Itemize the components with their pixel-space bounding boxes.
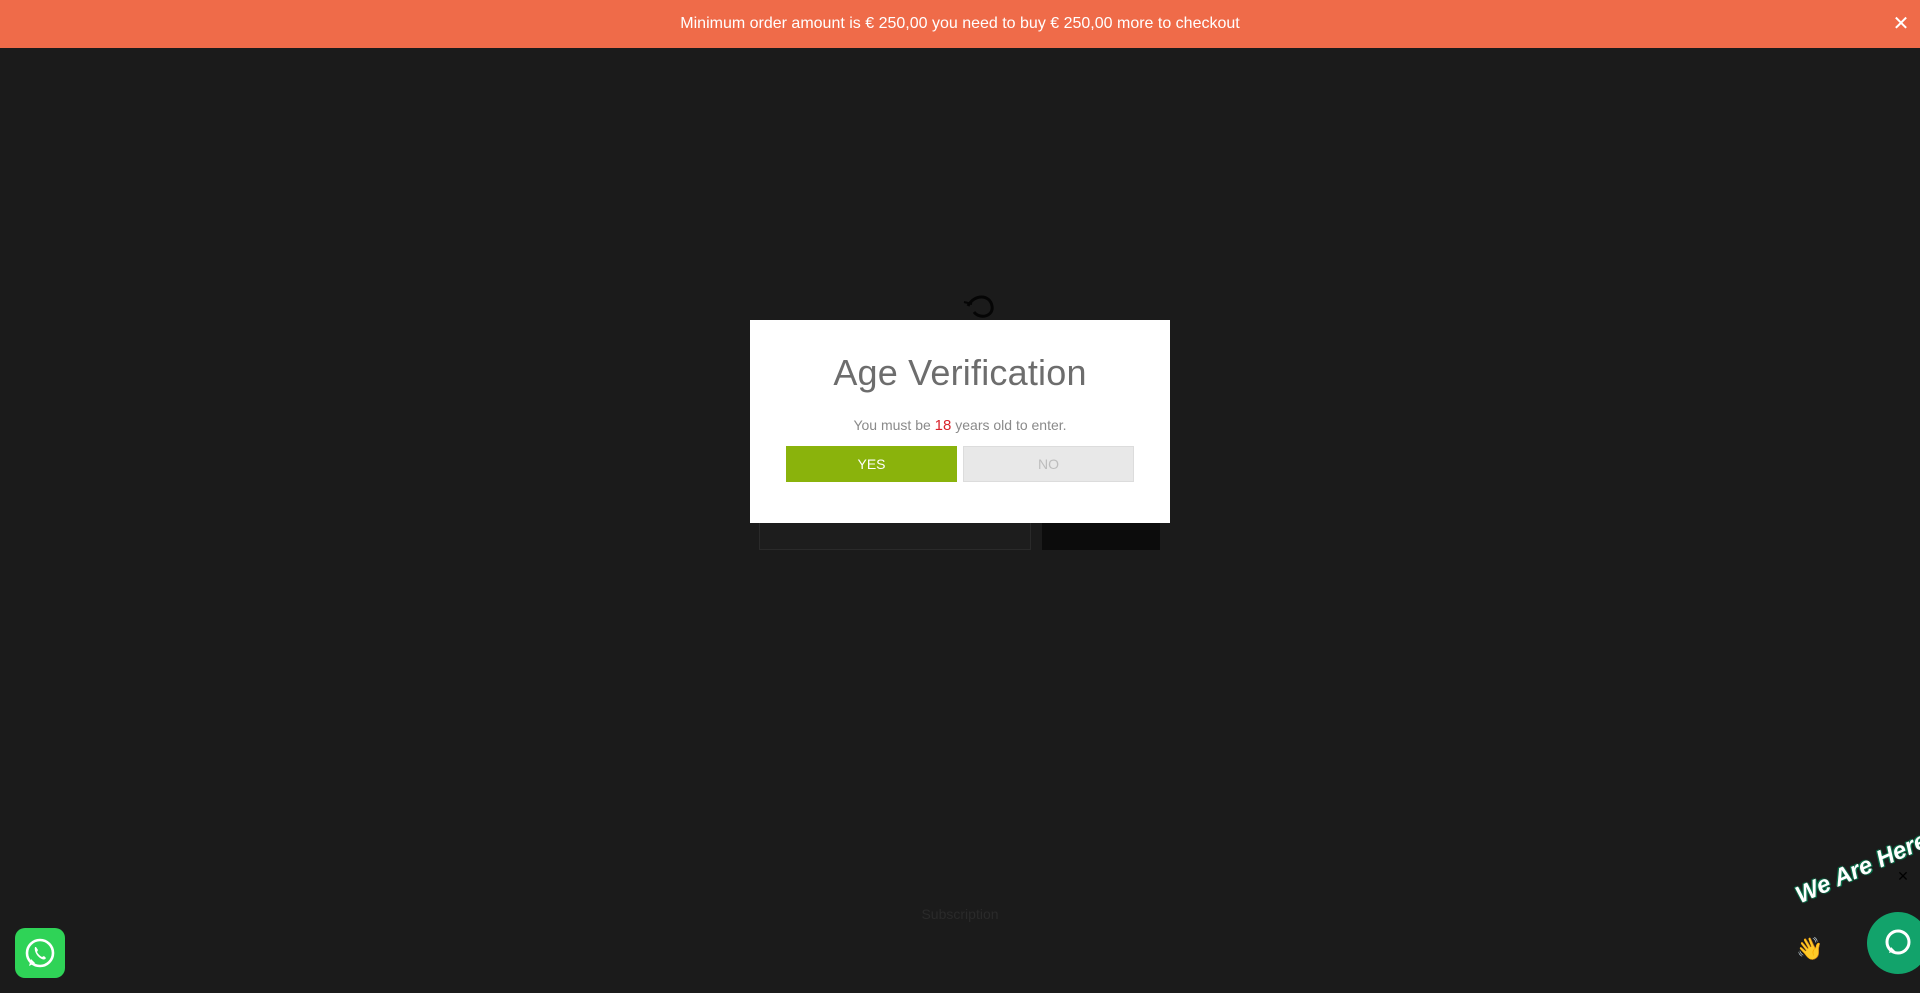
no-button[interactable]: NO xyxy=(963,446,1134,482)
chat-launcher-button[interactable] xyxy=(1867,912,1920,974)
newsletter-email-input xyxy=(759,520,1031,550)
logo-icon xyxy=(963,295,994,318)
close-icon[interactable]: ✕ xyxy=(1890,13,1912,35)
yes-button[interactable]: YES xyxy=(786,446,957,482)
minimum-order-notice: Minimum order amount is € 250,00 you nee… xyxy=(0,0,1920,48)
age-requirement-text: You must be 18 years old to enter. xyxy=(750,417,1170,434)
age-text-prefix: You must be xyxy=(853,417,935,433)
chat-dismiss-icon[interactable]: ✕ xyxy=(1895,868,1911,884)
waving-hand-icon: 👋 xyxy=(1796,936,1824,961)
whatsapp-button[interactable] xyxy=(15,928,65,978)
minimum-age: 18 xyxy=(934,417,952,434)
age-verification-modal: Age Verification You must be 18 years ol… xyxy=(750,320,1170,523)
chat-banner-text: We Are Here! xyxy=(1791,823,1920,910)
whatsapp-icon xyxy=(25,938,55,968)
newsletter-submit-button xyxy=(1042,520,1160,550)
notice-message: Minimum order amount is € 250,00 you nee… xyxy=(680,15,1240,32)
modal-button-row: YES NO xyxy=(750,446,1170,482)
footer-link: Subscription xyxy=(921,906,999,922)
page: Minimum order amount is € 250,00 you nee… xyxy=(0,0,1920,993)
modal-title: Age Verification xyxy=(833,352,1087,393)
chat-bubble-icon xyxy=(1885,929,1911,955)
age-text-suffix: years old to enter. xyxy=(951,417,1067,433)
